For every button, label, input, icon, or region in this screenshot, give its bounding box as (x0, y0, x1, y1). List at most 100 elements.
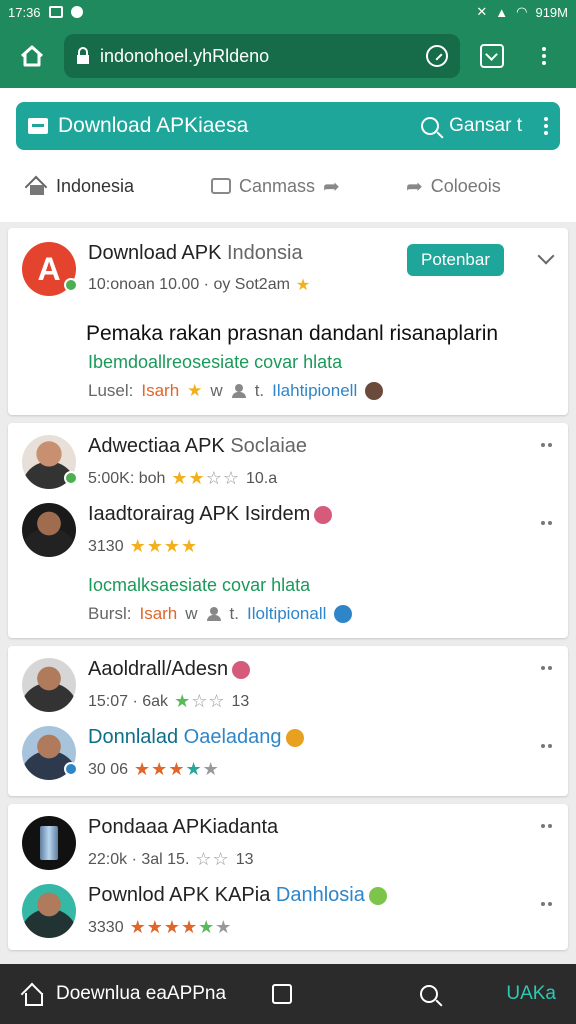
badge-icon (368, 886, 387, 905)
badge-icon (314, 505, 333, 524)
coin-icon (285, 728, 304, 747)
verified-badge-icon (64, 471, 78, 485)
app-avatar (22, 816, 76, 870)
app-meta-text: 5:00K: boh (88, 469, 166, 487)
app-footer: Lusel: Isarh ★ w t. Ilahtipionell (88, 381, 554, 401)
app-name-suffix: Oaeladang (183, 726, 282, 748)
app-meta: 5:00K: boh ★★☆☆ 10.a (88, 468, 554, 489)
footer-link[interactable]: Iloltipionall (247, 604, 326, 624)
home-icon (20, 45, 44, 67)
app-name-text: Download APK (88, 242, 222, 264)
tabs-button[interactable] (472, 36, 512, 76)
browser-menu-button[interactable] (524, 36, 564, 76)
app-avatar (22, 658, 76, 712)
footer-link[interactable]: Ilahtipionell (272, 381, 357, 401)
home-icon[interactable] (20, 983, 44, 1006)
tab-label: Canmass (239, 175, 316, 196)
app-bar: Download APKiaesa Gansar t (16, 102, 560, 150)
app-footer: Bursl: Isarh w t. Iloltipionall (88, 604, 554, 624)
app-avatar (22, 726, 78, 780)
app-meta-text: 3330 (88, 918, 124, 936)
app-meta-text: 10:onoan 10.00 · oy Sot2am (88, 276, 290, 293)
app-name-suffix: Danhlosia (275, 884, 365, 906)
list-item[interactable]: Pownlod APK KAPia Danhlosia 3330 ★★★★★★ (8, 882, 568, 950)
compass-icon[interactable] (426, 45, 448, 67)
footer-sep: t. (254, 381, 265, 400)
app-link[interactable]: Ibemdoallreosesiate covar hlata (88, 352, 554, 373)
bottom-label[interactable]: Doewnlua eaAPPna (56, 983, 246, 1005)
rating-stars: ☆☆ (195, 849, 230, 869)
battery-text: 919M (535, 4, 568, 20)
bottom-bar: Doewnlua eaAPPna UAKa (0, 964, 576, 1024)
more-options-icon[interactable] (541, 744, 552, 748)
search-icon[interactable] (420, 985, 438, 1003)
app-name: Pondaaa APKiadanta (88, 816, 279, 838)
footer-label: Bursl: (88, 604, 132, 623)
rating-value: 13 (231, 692, 250, 710)
nav-tabs: Indonesia Canmass ➦ ➦ Coloeois (16, 150, 560, 222)
app-meta-text: 30 06 (88, 760, 129, 778)
verified-badge-icon (64, 762, 78, 776)
badge-icon (232, 660, 251, 679)
person-icon (231, 384, 247, 398)
app-name: Donnlalad (88, 726, 179, 748)
list-item[interactable]: Pondaaa APKiadanta 22:0k · 3al 15. ☆☆ 13 (8, 804, 568, 882)
list-item[interactable]: Donnlalad Oaeladang 30 06 ★★★★★ (8, 724, 568, 796)
bottom-accent-button[interactable]: UAKa (506, 983, 556, 1005)
app-meta-text: 3130 (88, 537, 124, 555)
app-meta-text: 15:07 · 6ak (88, 692, 169, 710)
browser-toolbar: indonohoel.yhRldeno (0, 24, 576, 88)
app-name: Pownlod APK KAPia (88, 884, 271, 906)
share-icon: ➦ (406, 175, 423, 198)
tabs-icon (480, 44, 504, 68)
tab-coloeois[interactable]: ➦ Coloeois (406, 174, 501, 199)
list-item[interactable]: Adwectiaa APK Soclaiae 5:00K: boh ★★☆☆ 1… (8, 423, 568, 501)
footer-w: w (185, 604, 198, 623)
app-menu-button[interactable] (544, 117, 548, 135)
rating-stars: ★★★★★ (134, 759, 220, 779)
rating-stars: ★★★★ (129, 536, 199, 556)
more-options-icon[interactable] (541, 521, 552, 525)
footer-sep: t. (229, 604, 239, 623)
house-icon (26, 176, 48, 196)
app-avatar: A (22, 242, 78, 296)
search-button[interactable]: Gansar t (421, 115, 522, 137)
app-link[interactable]: Iocmalksaesiate covar hlata (88, 575, 554, 596)
tab-canmass[interactable]: Canmass ➦ (211, 174, 406, 199)
status-time: 17:36 (8, 4, 41, 20)
home-button[interactable] (12, 36, 52, 76)
list-item[interactable]: Iaadtorairag APK Isirdem 3130 ★★★★ (8, 501, 568, 569)
star-icon: ★ (295, 277, 311, 294)
search-icon (421, 117, 440, 135)
verified-badge-icon (64, 278, 78, 292)
download-pill-button[interactable]: Potenbar (407, 244, 504, 276)
status-bar: 17:36 ✕ ▲ ◠ 919M (0, 0, 576, 24)
more-options-icon[interactable] (541, 443, 552, 447)
notification-icon (70, 6, 83, 18)
star-icon: ★ (187, 381, 203, 400)
rating-stars: ★★☆☆ (171, 468, 240, 488)
url-bar[interactable]: indonohoel.yhRldeno (64, 34, 460, 78)
app-name: Iaadtorairag APK Isirdem (88, 503, 311, 525)
app-name-suffix: Soclaiae (230, 435, 308, 457)
list-item[interactable]: Aaoldrall/Adesn 15:07 · 6ak ★☆☆ 13 (8, 646, 568, 724)
page-header: Download APKiaesa Gansar t Indonesia Can… (0, 88, 576, 222)
more-options-icon[interactable] (541, 824, 552, 828)
footer-tag: Isarh (139, 604, 178, 623)
emoji-icon (365, 382, 384, 400)
avatar-letter: A (37, 250, 61, 287)
app-name: Adwectiaa APK (88, 435, 225, 457)
featured-card[interactable]: A Download APK Indonsia 10:onoan 10.00 ·… (8, 228, 568, 415)
more-options-icon[interactable] (541, 666, 552, 670)
app-group-card: Pondaaa APKiadanta 22:0k · 3al 15. ☆☆ 13… (8, 804, 568, 950)
footer-label: Lusel: (88, 381, 134, 400)
footer-tag: Isarh (141, 381, 180, 400)
tab-indonesia[interactable]: Indonesia (26, 176, 211, 197)
app-meta: 22:0k · 3al 15. ☆☆ 13 (88, 849, 554, 870)
rating-value: 13 (235, 850, 254, 868)
tabs-icon[interactable] (272, 984, 292, 1004)
app-logo-icon (28, 118, 48, 134)
more-options-icon[interactable] (541, 902, 552, 906)
app-description: Pemaka rakan prasnan dandanl risanaplari… (86, 322, 499, 345)
app-meta: 15:07 · 6ak ★☆☆ 13 (88, 691, 554, 712)
